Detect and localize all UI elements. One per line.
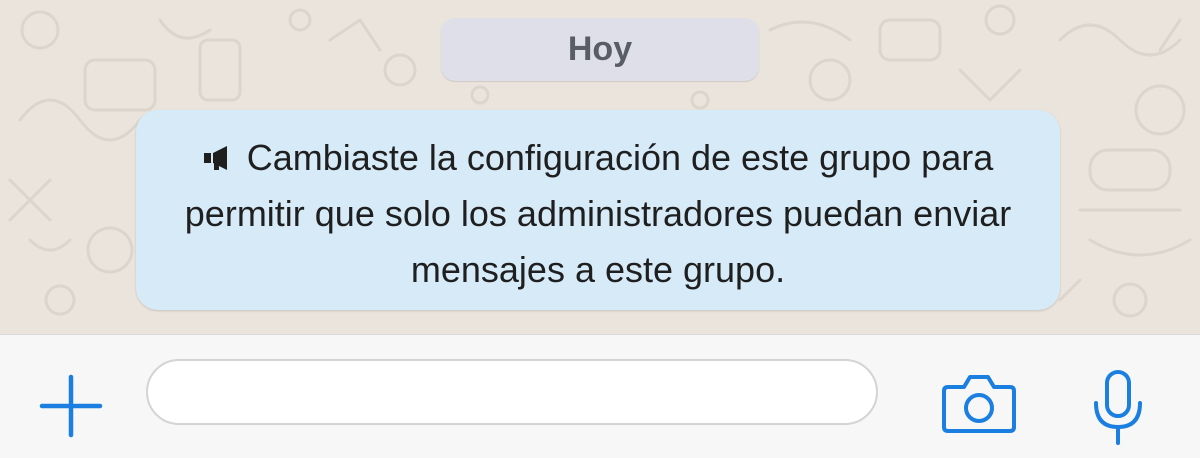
chat-area: Hoy Cambiaste la configuración de este g… xyxy=(0,0,1200,334)
attach-button[interactable] xyxy=(38,373,104,439)
camera-button[interactable] xyxy=(940,373,1018,435)
system-message-text: Cambiaste la configuración de este grupo… xyxy=(184,137,1012,290)
system-message-bubble: Cambiaste la configuración de este grupo… xyxy=(136,110,1060,310)
megaphone-icon xyxy=(203,146,227,170)
microphone-icon xyxy=(1094,370,1142,445)
date-separator: Hoy xyxy=(441,18,759,81)
camera-icon xyxy=(942,375,1016,433)
message-input[interactable] xyxy=(146,359,878,425)
message-input-bar xyxy=(0,334,1200,458)
date-separator-label: Hoy xyxy=(567,30,633,68)
plus-icon xyxy=(39,374,103,438)
microphone-button[interactable] xyxy=(1090,369,1146,447)
